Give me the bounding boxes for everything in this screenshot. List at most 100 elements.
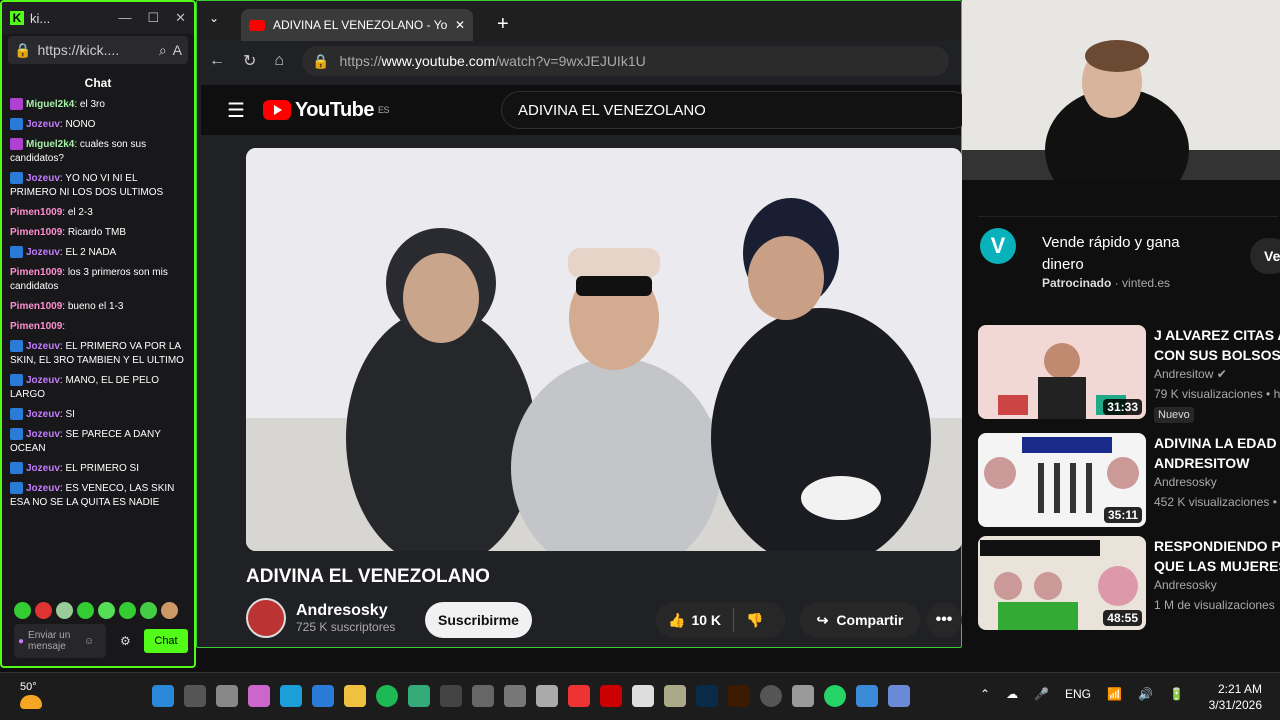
photoshop-icon[interactable] [696,685,718,707]
rec-item[interactable]: 48:55 RESPONDIENDO PR QUE LAS MUJERES And… [978,536,1280,632]
site-info-icon[interactable]: 🔒 [312,53,329,70]
chat-username[interactable]: Pimen1009 [10,227,62,238]
wifi-icon[interactable]: 📶 [1107,687,1122,701]
netflix-icon[interactable] [600,685,622,707]
emote-icon[interactable] [140,602,157,619]
rec-channel[interactable]: Andresitow ✔ [1154,367,1227,381]
task-view-icon[interactable] [216,685,238,707]
settings-icon[interactable] [792,685,814,707]
app-icon[interactable] [536,685,558,707]
chat-username[interactable]: Pimen1009 [10,321,62,332]
defender-icon[interactable] [408,685,430,707]
app-icon[interactable] [440,685,462,707]
reload-icon[interactable]: ↻ [243,51,256,71]
emote-icon[interactable] [35,602,52,619]
rec-thumbnail[interactable]: 48:55 [978,536,1146,630]
share-button[interactable]: ↪ Compartir [800,602,920,638]
search-input[interactable]: ADIVINA EL VENEZOLANO [501,91,971,129]
app-icon[interactable] [856,685,878,707]
rec-title[interactable]: J ALVAREZ CITAS A CON SUS BOLSOS [1154,325,1280,365]
tab-youtube[interactable]: ADIVINA EL VENEZOLANO - YouTu ✕ [241,9,473,41]
maximize-icon[interactable]: ☐ [147,10,159,26]
dislike-button[interactable]: 👎 [734,612,775,629]
microphone-icon[interactable]: 🎤 [1034,687,1049,701]
video-player[interactable] [246,148,962,551]
youtube-logo[interactable]: YouTube ES [262,99,390,122]
spotify-icon[interactable] [376,685,398,707]
whatsapp-icon[interactable] [824,685,846,707]
chat-username[interactable]: Jozeuv [26,483,60,494]
chat-send-button[interactable]: Chat [144,629,188,653]
emoji-icon[interactable]: ☺ [84,636,94,647]
chat-username[interactable]: Jozeuv [26,247,60,258]
app-icon[interactable] [760,685,782,707]
rec-channel[interactable]: Andresosky [1154,475,1217,489]
new-tab-icon[interactable]: + [497,13,509,36]
chat-input[interactable]: ● Enviar un mensaje ☺ [14,624,106,658]
app-icon[interactable] [504,685,526,707]
rec-channel[interactable]: Andresosky [1154,578,1217,592]
rec-thumbnail[interactable]: 31:33 [978,325,1146,419]
more-actions-button[interactable]: ••• [926,602,962,638]
app-icon[interactable] [664,685,686,707]
chat-username[interactable]: Pimen1009 [10,207,62,218]
close-icon[interactable]: ✕ [175,10,186,26]
chat-username[interactable]: Jozeuv [26,173,60,184]
tab-close-icon[interactable]: ✕ [455,18,465,32]
store-icon[interactable] [312,685,334,707]
music-icon[interactable] [568,685,590,707]
edge-icon[interactable] [280,685,302,707]
volume-icon[interactable]: 🔊 [1138,687,1153,701]
copilot-icon[interactable] [248,685,270,707]
zoom-icon[interactable]: ⌕ [159,42,167,59]
language-indicator[interactable]: ENG [1065,687,1091,701]
app-icon[interactable] [472,685,494,707]
tab-list-chevron-icon[interactable]: ⌄ [209,11,219,25]
like-button[interactable]: 👍 10 K [656,612,733,629]
channel-name[interactable]: Andresosky [296,602,395,620]
chat-username[interactable]: Jozeuv [26,375,60,386]
chat-username[interactable]: Jozeuv [26,409,60,420]
battery-icon[interactable]: 🔋 [1169,687,1184,701]
rec-title[interactable]: ADIVINA LA EDAD - ANDRESITOW [1154,433,1280,473]
subscribe-button[interactable]: Suscribirme [425,602,532,638]
chat-username[interactable]: Miguel2k4 [26,99,74,110]
weather-temp[interactable]: 50° [20,681,37,693]
channel-avatar[interactable] [246,598,286,638]
clock[interactable]: 2:21 AM 3/31/2026 [1196,681,1262,713]
emote-icon[interactable] [77,602,94,619]
search-icon[interactable] [184,685,206,707]
weather-icon[interactable] [20,695,42,709]
emote-icon[interactable] [56,602,73,619]
rec-item[interactable]: 31:33 J ALVAREZ CITAS A CON SUS BOLSOS An… [978,325,1280,423]
emote-icon[interactable] [119,602,136,619]
chevron-up-icon[interactable]: ⌃ [980,687,990,701]
back-icon[interactable]: ← [209,52,225,70]
chat-username[interactable]: Miguel2k4 [26,139,74,150]
onedrive-icon[interactable]: ☁ [1006,687,1018,701]
rec-item[interactable]: 35:11 ADIVINA LA EDAD - ANDRESITOW Andres… [978,433,1280,529]
chat-username[interactable]: Jozeuv [26,341,60,352]
mic-icon[interactable]: ● [18,636,24,647]
read-aloud-icon[interactable]: A [173,42,182,58]
start-icon[interactable] [152,685,174,707]
emote-icon[interactable] [98,602,115,619]
home-icon[interactable]: ⌂ [274,52,284,70]
kick-address-bar[interactable]: 🔒 https://kick.... ⌕ A [8,36,188,64]
ad-title[interactable]: Vende rápido y gana dinero [1042,232,1222,276]
minimize-icon[interactable]: — [118,10,131,26]
address-bar[interactable]: 🔒 https://www.youtube.com/watch?v=9wxJEJ… [302,46,949,76]
chat-username[interactable]: Jozeuv [26,463,60,474]
ad-cta-button[interactable]: Ve [1250,238,1280,274]
rec-thumbnail[interactable]: 35:11 [978,433,1146,527]
file-explorer-icon[interactable] [344,685,366,707]
chat-username[interactable]: Pimen1009 [10,267,62,278]
chat-username[interactable]: Jozeuv [26,429,60,440]
emote-icon[interactable] [161,602,178,619]
app-icon[interactable] [632,685,654,707]
chat-username[interactable]: Jozeuv [26,119,60,130]
rec-title[interactable]: RESPONDIENDO PR QUE LAS MUJERES [1154,536,1280,576]
emote-icon[interactable] [14,602,31,619]
app-icon[interactable] [888,685,910,707]
illustrator-icon[interactable] [728,685,750,707]
